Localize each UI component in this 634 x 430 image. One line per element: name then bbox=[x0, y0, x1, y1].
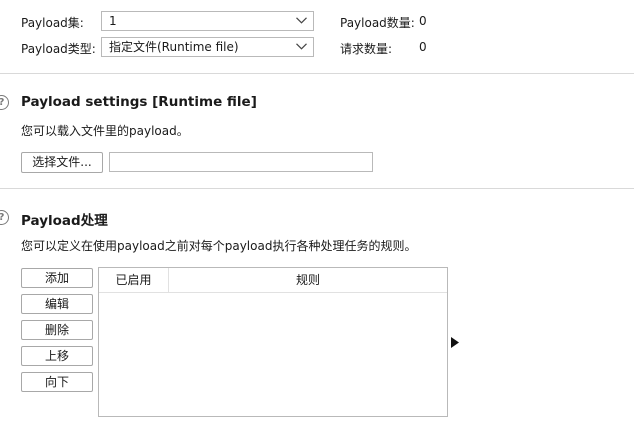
column-header-enabled[interactable]: 已启用 bbox=[99, 268, 169, 292]
rules-table[interactable]: 已启用 规则 bbox=[98, 267, 448, 417]
file-path-input[interactable] bbox=[109, 152, 373, 172]
edit-rule-button[interactable]: 编辑 bbox=[21, 294, 93, 314]
move-down-button[interactable]: 向下 bbox=[21, 372, 93, 392]
rules-table-header: 已启用 规则 bbox=[99, 268, 447, 293]
payload-type-label: Payload类型: bbox=[21, 42, 96, 56]
settings-section-description: 您可以载入文件里的payload。 bbox=[21, 124, 189, 138]
request-count-label: 请求数量: bbox=[340, 42, 393, 56]
processing-section-description: 您可以定义在使用payload之前对每个payload执行各种处理任务的规则。 bbox=[21, 239, 417, 253]
payload-type-select[interactable]: 指定文件(Runtime file) bbox=[101, 37, 314, 57]
payload-count-value: 0 bbox=[419, 14, 427, 28]
processing-section-title: Payload处理 bbox=[21, 213, 108, 229]
section-divider bbox=[0, 188, 634, 189]
payloads-panel: Payload集: 1 Payload数量: 0 Payload类型: 指定文件… bbox=[0, 0, 634, 430]
payload-set-select[interactable]: 1 bbox=[101, 11, 314, 31]
settings-section-title: Payload settings [Runtime file] bbox=[21, 94, 257, 110]
chevron-down-icon bbox=[296, 43, 307, 50]
help-icon[interactable]: ? bbox=[0, 210, 9, 225]
remove-rule-button[interactable]: 删除 bbox=[21, 320, 93, 340]
payload-set-value: 1 bbox=[109, 14, 117, 28]
request-count-value: 0 bbox=[419, 40, 427, 54]
payload-count-label: Payload数量: bbox=[340, 16, 415, 30]
choose-file-button[interactable]: 选择文件... bbox=[21, 152, 103, 173]
payload-type-value: 指定文件(Runtime file) bbox=[109, 40, 239, 54]
play-arrow-icon[interactable] bbox=[451, 337, 459, 348]
add-rule-button[interactable]: 添加 bbox=[21, 268, 93, 288]
help-icon[interactable]: ? bbox=[0, 95, 9, 110]
column-header-rule[interactable]: 规则 bbox=[169, 268, 447, 292]
payload-set-label: Payload集: bbox=[21, 16, 84, 30]
chevron-down-icon bbox=[296, 17, 307, 24]
move-up-button[interactable]: 上移 bbox=[21, 346, 93, 366]
section-divider bbox=[0, 73, 634, 74]
